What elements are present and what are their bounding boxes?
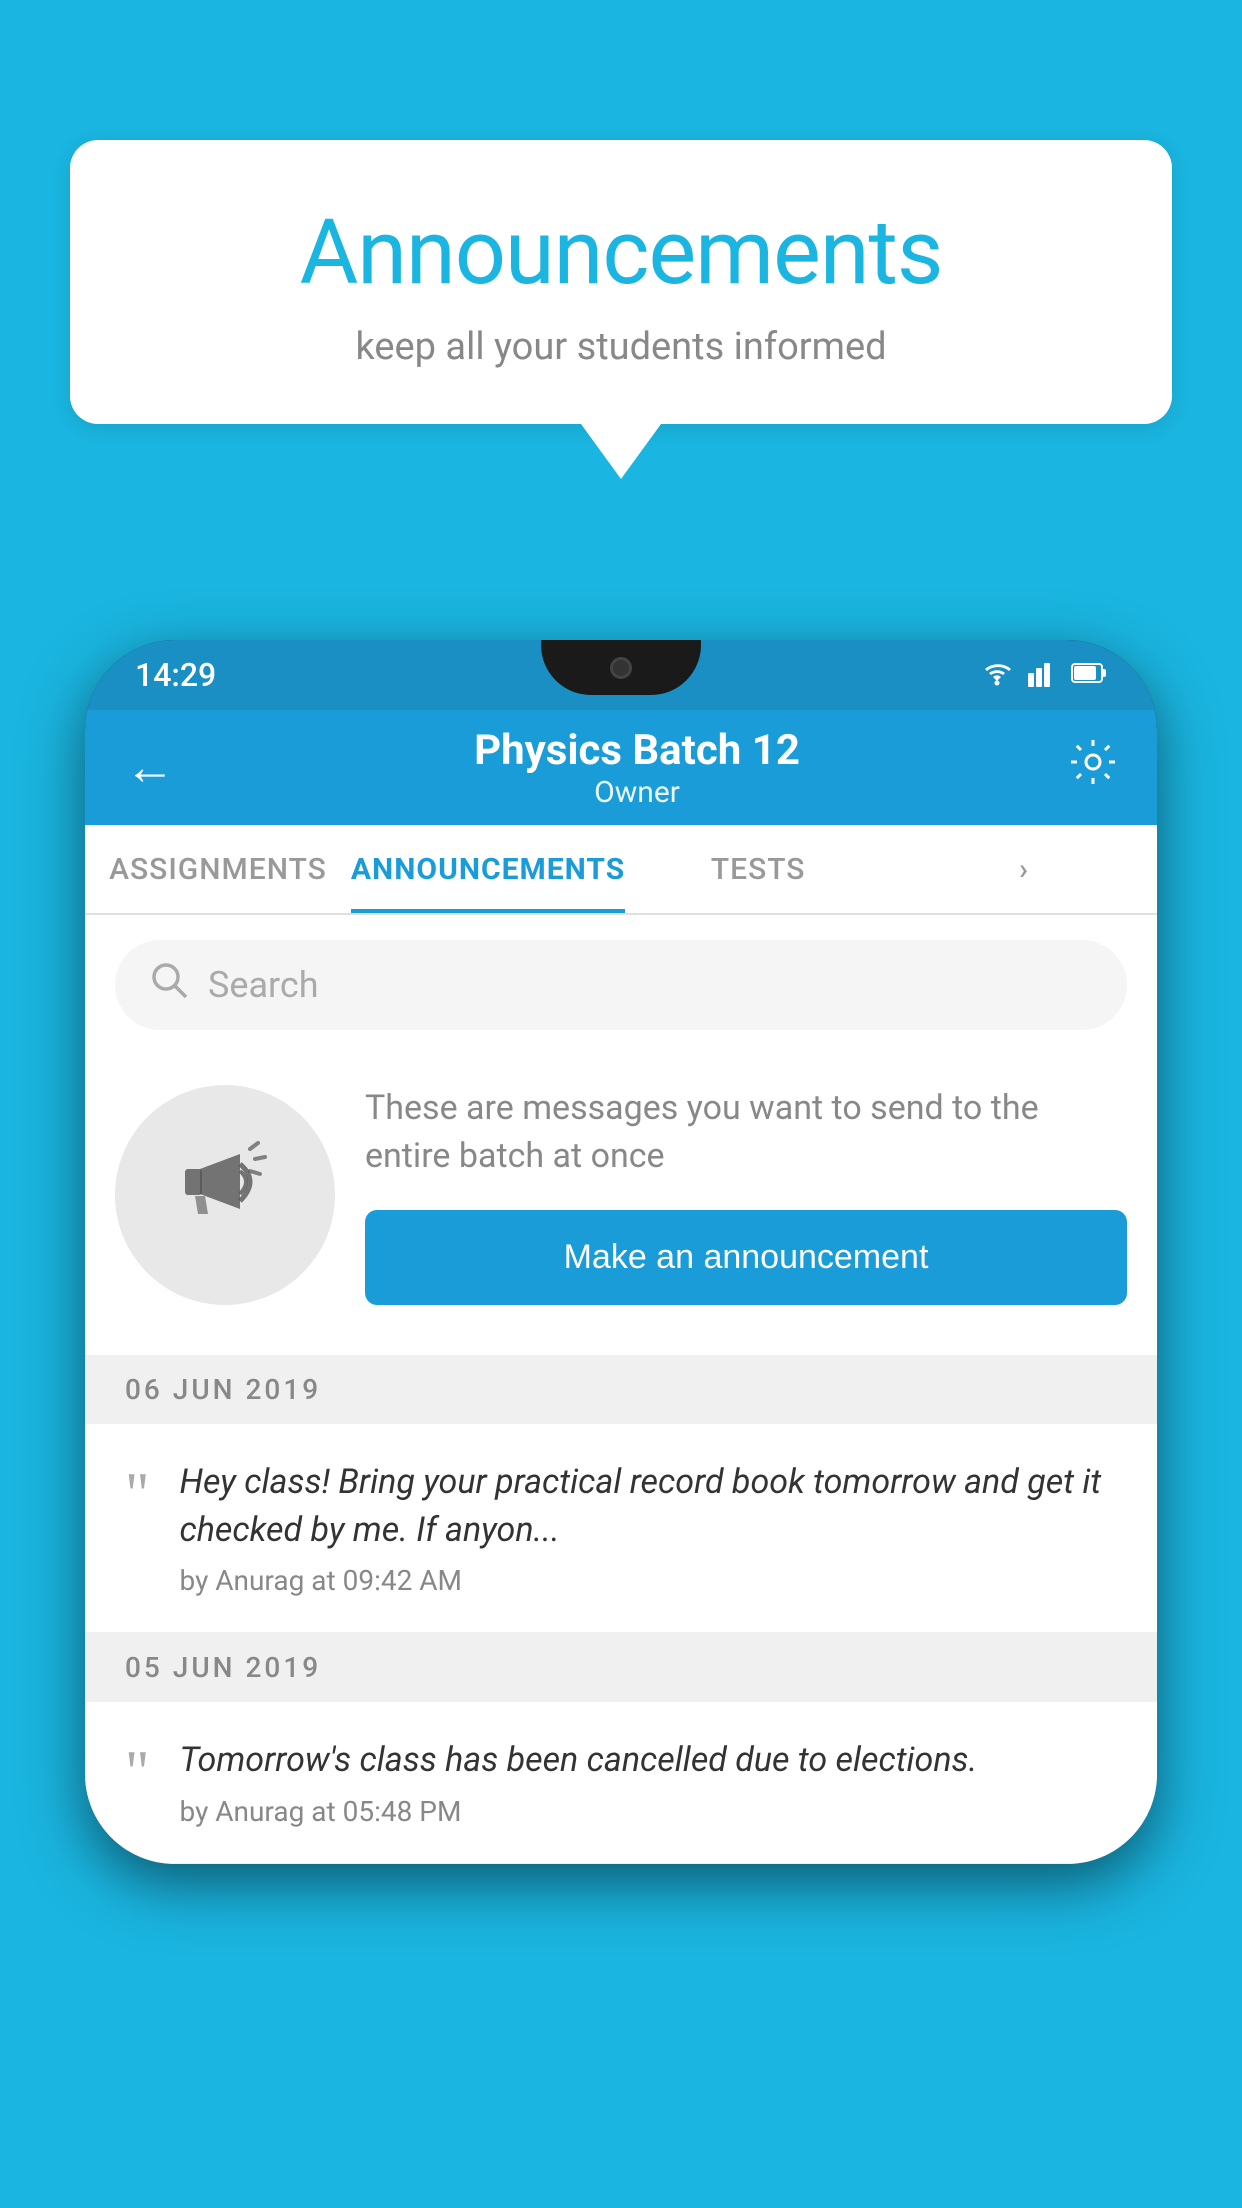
quote-icon-1: ": [125, 1464, 150, 1524]
phone-frame: 14:29: [85, 640, 1157, 1864]
announcement-text-1: Hey class! Bring your practical record b…: [180, 1459, 1118, 1597]
status-bar: 14:29: [85, 640, 1157, 710]
search-icon: [150, 961, 188, 1009]
tab-more[interactable]: ›: [891, 825, 1157, 913]
back-button[interactable]: ←: [125, 738, 175, 797]
user-role: Owner: [205, 775, 1069, 810]
tab-assignments[interactable]: ASSIGNMENTS: [85, 825, 351, 913]
app-bar: ← Physics Batch 12 Owner: [85, 710, 1157, 825]
tabs-bar: ASSIGNMENTS ANNOUNCEMENTS TESTS ›: [85, 825, 1157, 915]
wifi-icon: [981, 659, 1013, 691]
announcement-prompt: These are messages you want to send to t…: [85, 1055, 1157, 1355]
speech-bubble-section: Announcements keep all your students inf…: [70, 140, 1172, 479]
date-separator-2: 05 JUN 2019: [85, 1633, 1157, 1702]
announcement-message-1: Hey class! Bring your practical record b…: [180, 1459, 1118, 1554]
tab-tests[interactable]: TESTS: [625, 825, 891, 913]
announcement-author-1: by Anurag at 09:42 AM: [180, 1564, 1118, 1597]
announcement-message-2: Tomorrow's class has been cancelled due …: [180, 1737, 1118, 1785]
announcement-author-2: by Anurag at 05:48 PM: [180, 1795, 1118, 1828]
announcement-text-2: Tomorrow's class has been cancelled due …: [180, 1737, 1118, 1828]
status-icons: [981, 659, 1107, 691]
make-announcement-button[interactable]: Make an announcement: [365, 1210, 1127, 1305]
search-bar[interactable]: Search: [115, 940, 1127, 1030]
announcement-item-2[interactable]: " Tomorrow's class has been cancelled du…: [85, 1702, 1157, 1864]
announcement-prompt-content: These are messages you want to send to t…: [365, 1085, 1127, 1305]
announcements-subtitle: keep all your students informed: [150, 325, 1092, 369]
speech-bubble-tail: [581, 424, 661, 479]
announcement-description: These are messages you want to send to t…: [365, 1085, 1127, 1180]
megaphone-icon: [170, 1129, 280, 1261]
quote-icon-2: ": [125, 1742, 150, 1802]
front-camera: [610, 657, 632, 679]
phone-notch: [541, 640, 701, 695]
settings-button[interactable]: [1069, 738, 1117, 797]
app-bar-title-section: Physics Batch 12 Owner: [205, 726, 1069, 810]
signal-icon: [1028, 659, 1056, 691]
phone-wrapper: 14:29: [85, 640, 1157, 2208]
search-placeholder: Search: [208, 964, 319, 1006]
content-area: Search: [85, 915, 1157, 1864]
status-time: 14:29: [135, 656, 216, 694]
announcement-item-1[interactable]: " Hey class! Bring your practical record…: [85, 1424, 1157, 1633]
battery-icon: [1071, 659, 1107, 691]
date-separator-1: 06 JUN 2019: [85, 1355, 1157, 1424]
batch-name: Physics Batch 12: [205, 726, 1069, 775]
tab-announcements[interactable]: ANNOUNCEMENTS: [351, 825, 625, 913]
speech-bubble-card: Announcements keep all your students inf…: [70, 140, 1172, 424]
announcements-title: Announcements: [150, 200, 1092, 305]
megaphone-icon-circle: [115, 1085, 335, 1305]
